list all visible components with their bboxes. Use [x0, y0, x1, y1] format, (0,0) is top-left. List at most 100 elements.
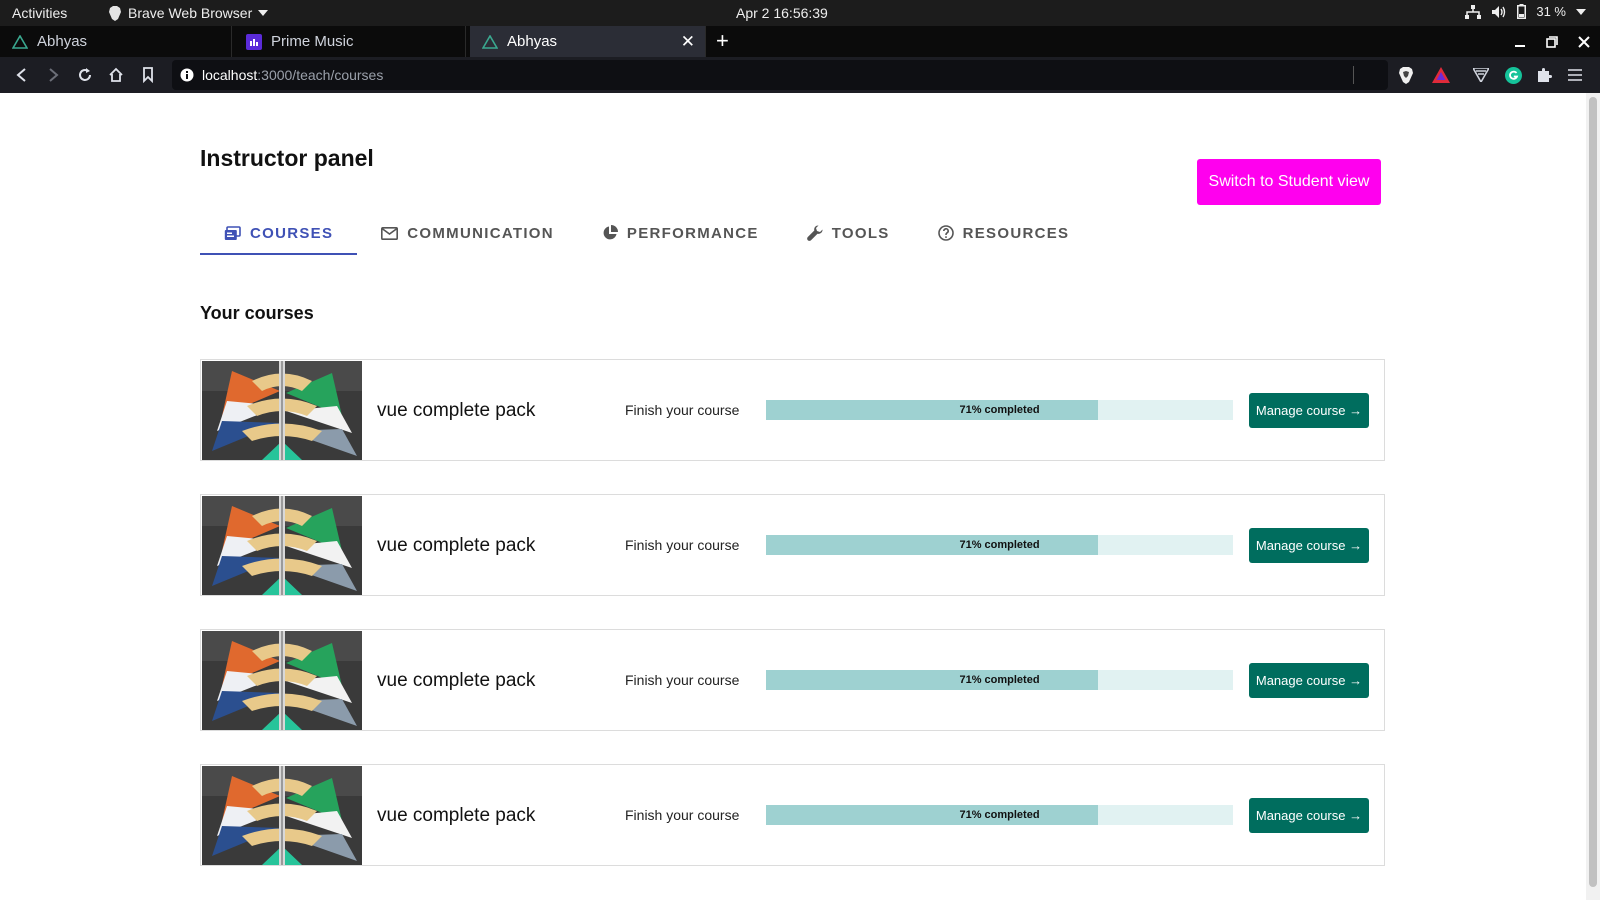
- system-tray[interactable]: 31 %: [1465, 4, 1586, 19]
- brave-lion-icon: [109, 5, 121, 21]
- course-card: vue complete pack Finish your course 71% c…: [200, 764, 1385, 866]
- switch-to-student-view-button[interactable]: Switch to Student view: [1197, 159, 1381, 205]
- extensions-button[interactable]: [1533, 64, 1555, 86]
- course-title: vue complete pack: [377, 805, 536, 826]
- course-status: Finish your course: [625, 807, 740, 823]
- bookmark-button[interactable]: [138, 65, 158, 85]
- tab-courses[interactable]: COURSES: [200, 213, 358, 255]
- restore-icon[interactable]: [1546, 35, 1558, 48]
- divider: [1353, 66, 1354, 84]
- brave-rewards-button[interactable]: [1430, 64, 1452, 86]
- tab-label: COURSES: [250, 224, 334, 242]
- vpn-filter-icon: [1473, 68, 1489, 82]
- course-card: vue complete pack Finish your course 71% c…: [200, 359, 1385, 461]
- tab-tools[interactable]: TOOLS: [783, 213, 914, 253]
- tab-title: Abhyas: [507, 33, 558, 50]
- window-controls: [1514, 26, 1590, 57]
- brave-shield-icon: [1399, 66, 1413, 84]
- course-status: Finish your course: [625, 537, 740, 553]
- manage-course-button[interactable]: Manage course →: [1249, 528, 1369, 563]
- course-thumbnail[interactable]: [202, 766, 362, 865]
- tab-title: Abhyas: [37, 33, 88, 50]
- course-thumbnail[interactable]: [202, 631, 362, 730]
- rewards-triangle-icon: [1432, 67, 1450, 83]
- reload-button[interactable]: [75, 65, 95, 85]
- app-name-label: Brave Web Browser: [128, 5, 253, 21]
- course-card: vue complete pack Finish your course 71% c…: [200, 629, 1385, 731]
- course-status: Finish your course: [625, 672, 740, 688]
- course-title: vue complete pack: [377, 535, 536, 556]
- back-icon: [16, 68, 26, 82]
- tab-label: COMMUNICATION: [407, 224, 554, 242]
- bookmark-icon: [143, 67, 153, 83]
- pie-chart-icon: [603, 225, 618, 240]
- back-button[interactable]: [12, 65, 32, 85]
- grammarly-icon: [1504, 66, 1522, 84]
- browser-toolbar: localhost:3000/teach/courses: [0, 57, 1600, 93]
- mail-icon: [381, 226, 399, 240]
- tab-label: PERFORMANCE: [626, 224, 759, 242]
- page-content: Instructor panel Switch to Student view …: [0, 93, 1586, 900]
- browser-tab[interactable]: Prime Music: [234, 26, 466, 57]
- course-progress-bar: 71% completed: [766, 805, 1233, 825]
- progress-label: 71% completed: [959, 809, 1040, 821]
- grammarly-extension-button[interactable]: [1502, 64, 1524, 86]
- network-icon: [1465, 4, 1482, 19]
- tab-label: TOOLS: [831, 224, 890, 242]
- course-card: vue complete pack Finish your course 71% c…: [200, 494, 1385, 596]
- hamburger-menu-icon: [1568, 69, 1582, 81]
- home-button[interactable]: [106, 65, 126, 85]
- puzzle-icon: [1538, 68, 1552, 82]
- close-tab-icon[interactable]: ✕: [681, 32, 695, 52]
- info-icon[interactable]: [180, 68, 194, 82]
- scrollbar-thumb[interactable]: [1589, 97, 1597, 887]
- forward-button[interactable]: [43, 65, 63, 85]
- clock[interactable]: Apr 2 16:56:39: [736, 5, 828, 21]
- chevron-down-icon: [1576, 8, 1586, 15]
- home-icon: [109, 67, 123, 82]
- prime-music-favicon-icon: [246, 33, 262, 50]
- manage-course-button[interactable]: Manage course →: [1249, 663, 1369, 698]
- forward-icon: [49, 68, 59, 82]
- minimize-icon[interactable]: [1514, 36, 1526, 48]
- close-window-icon[interactable]: [1578, 35, 1590, 48]
- brave-shields-button[interactable]: [1395, 64, 1417, 86]
- courses-icon: [224, 225, 241, 240]
- app-menu[interactable]: Brave Web Browser: [108, 5, 269, 21]
- course-title: vue complete pack: [377, 670, 536, 691]
- instructor-tabs: COURSES COMMUNICATION PERFORMANCE TOOLS …: [200, 213, 1094, 255]
- browser-tab-active[interactable]: Abhyas ✕: [470, 26, 706, 57]
- vpn-extension-button[interactable]: [1470, 64, 1492, 86]
- page-scrollbar[interactable]: [1586, 93, 1600, 900]
- course-thumbnail[interactable]: [202, 361, 362, 460]
- wrench-icon: [806, 225, 823, 241]
- main-menu-button[interactable]: [1564, 64, 1586, 86]
- address-bar[interactable]: localhost:3000/teach/courses: [172, 60, 1388, 90]
- tab-resources[interactable]: RESOURCES: [914, 213, 1094, 253]
- manage-course-button[interactable]: Manage course →: [1249, 798, 1369, 833]
- manage-course-button[interactable]: Manage course →: [1249, 393, 1369, 428]
- volume-icon: [1492, 5, 1506, 18]
- activities-button[interactable]: Activities: [12, 5, 67, 21]
- battery-icon: [1517, 4, 1527, 19]
- progress-label: 71% completed: [959, 404, 1040, 416]
- abhyas-favicon-icon: [482, 34, 498, 49]
- progress-label: 71% completed: [959, 674, 1040, 686]
- tab-communication[interactable]: COMMUNICATION: [357, 213, 578, 253]
- course-progress-bar: 71% completed: [766, 400, 1233, 420]
- battery-percent: 31 %: [1536, 4, 1566, 19]
- chevron-down-icon: [258, 10, 269, 16]
- course-progress-bar: 71% completed: [766, 670, 1233, 690]
- course-status: Finish your course: [625, 402, 740, 418]
- course-title: vue complete pack: [377, 400, 536, 421]
- browser-tab-strip: Abhyas Prime Music Abhyas ✕: [0, 26, 1600, 57]
- url-path: :3000/teach/courses: [257, 67, 384, 83]
- tab-title: Prime Music: [271, 33, 354, 50]
- tab-performance[interactable]: PERFORMANCE: [578, 213, 783, 253]
- tab-label: RESOURCES: [962, 224, 1070, 242]
- help-circle-icon: [937, 225, 954, 241]
- course-progress-bar: 71% completed: [766, 535, 1233, 555]
- course-thumbnail[interactable]: [202, 496, 362, 595]
- browser-tab[interactable]: Abhyas: [0, 26, 232, 57]
- new-tab-button[interactable]: +: [716, 30, 729, 52]
